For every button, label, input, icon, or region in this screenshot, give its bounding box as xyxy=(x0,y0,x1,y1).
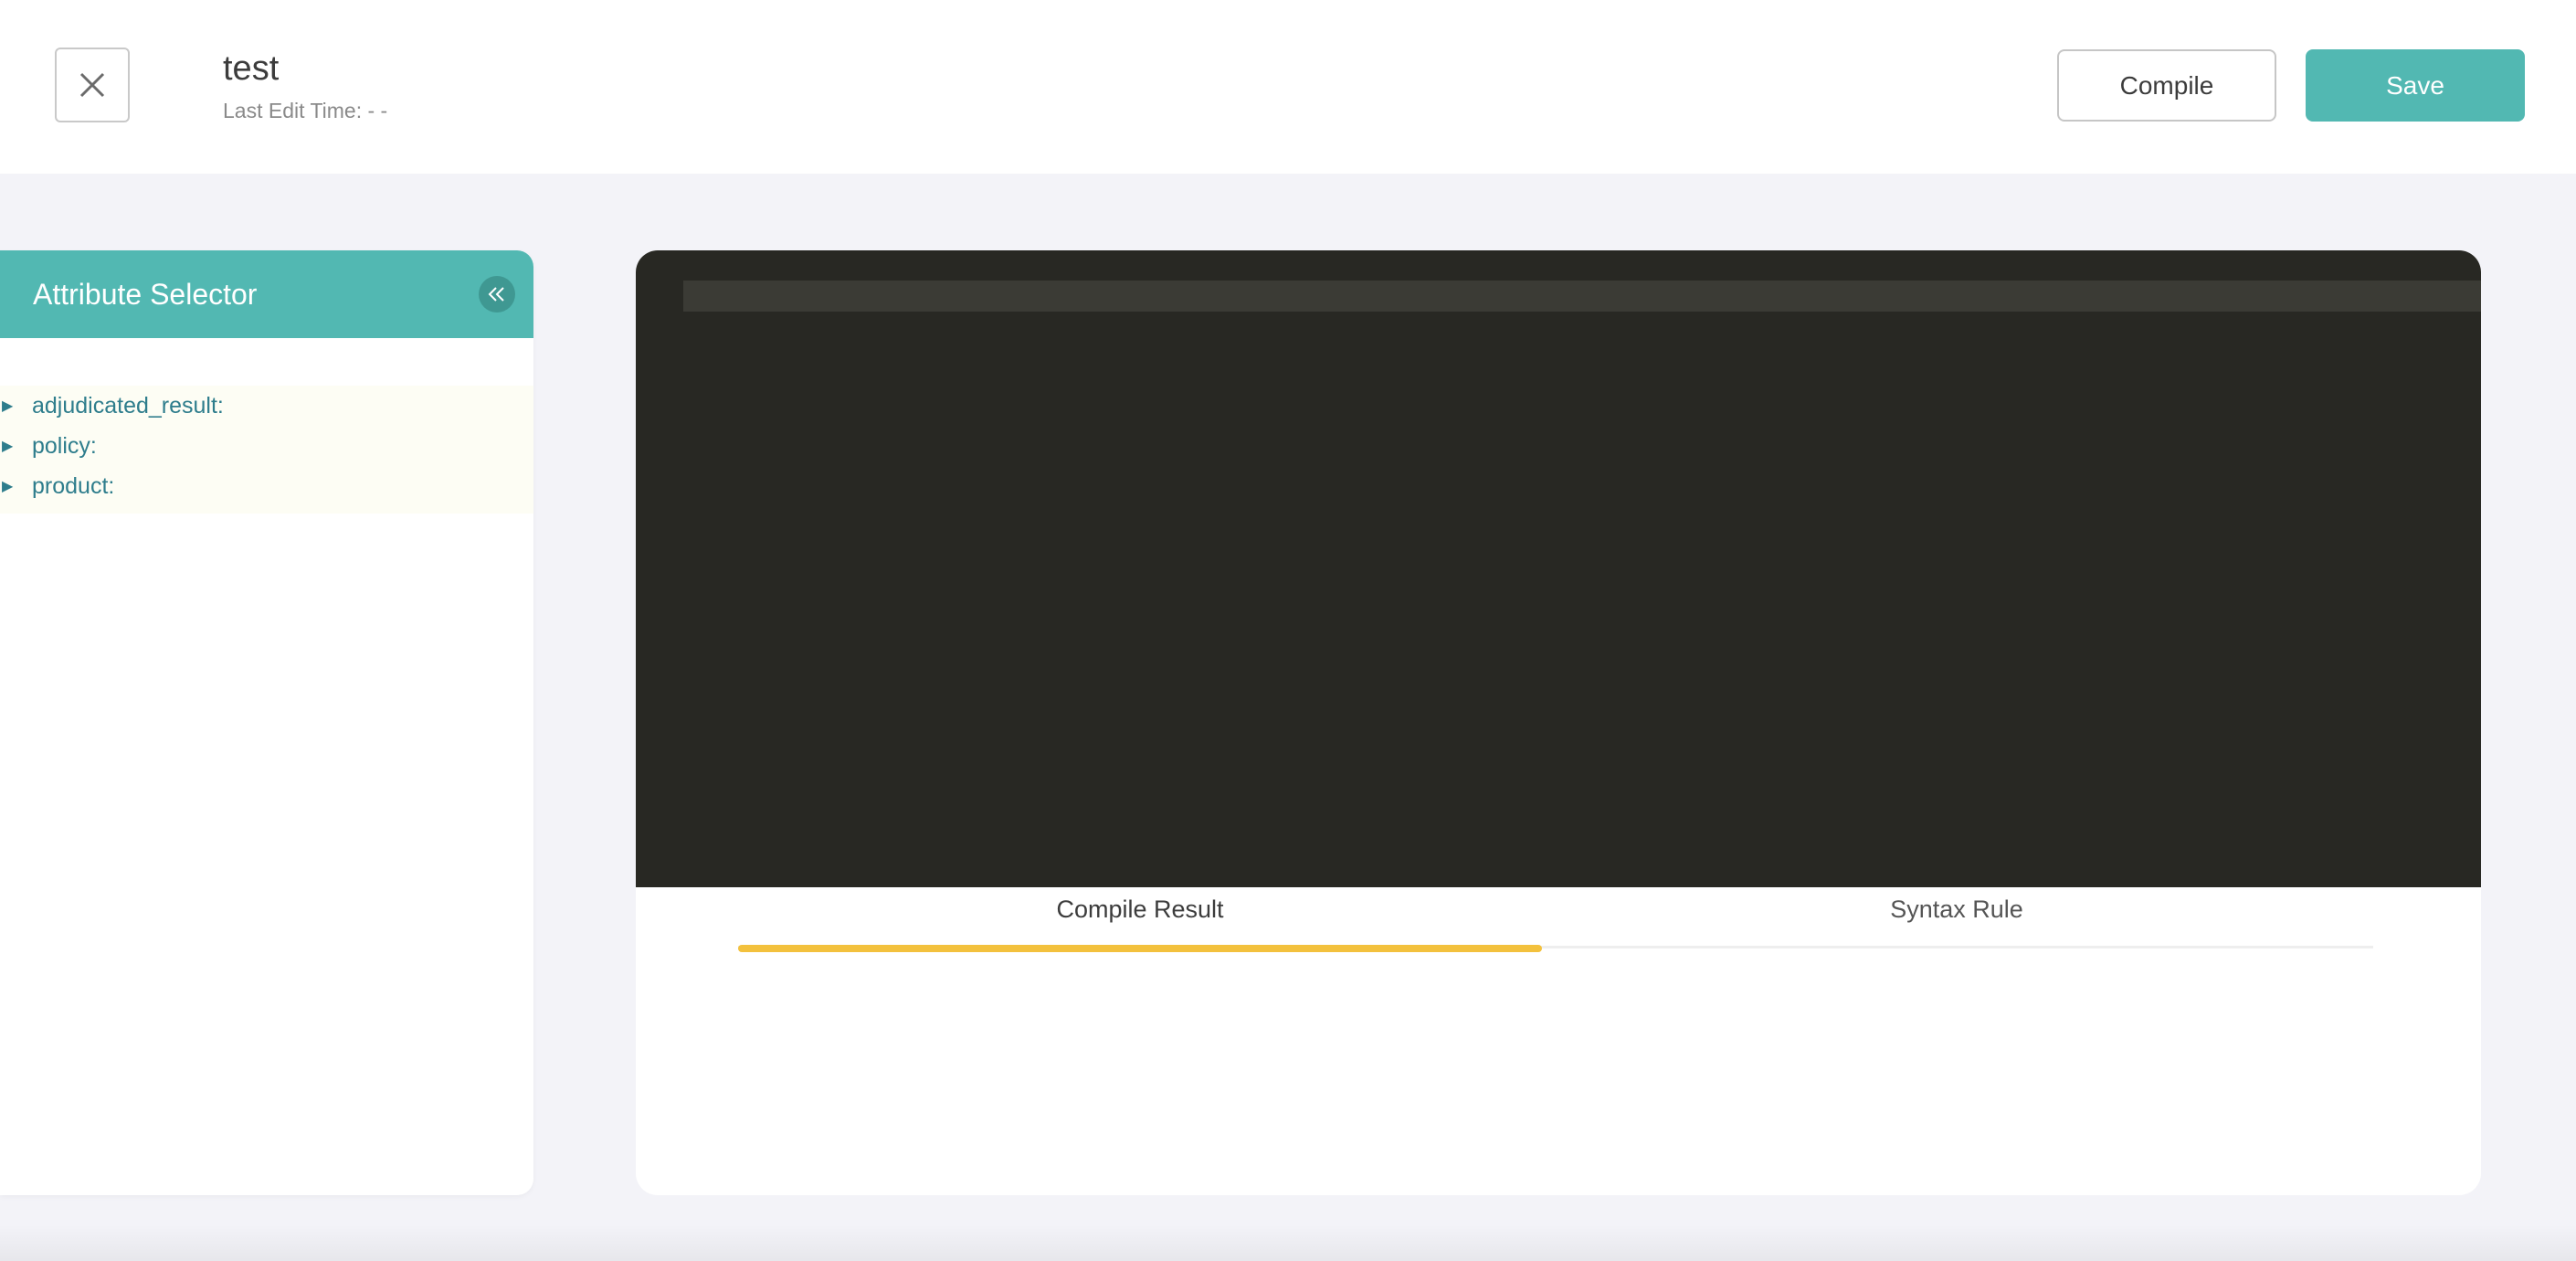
attribute-selector-panel: Attribute Selector ▶ adjudicated_result:… xyxy=(0,250,533,1195)
close-button[interactable] xyxy=(55,48,130,122)
tab-syntax-rule[interactable]: Syntax Rule xyxy=(1542,895,2371,924)
editor-card: Compile Result Syntax Rule xyxy=(636,250,2481,1195)
last-edit-time: Last Edit Time: - - xyxy=(223,99,388,122)
tree-item-label: product: xyxy=(32,472,115,499)
close-icon xyxy=(79,72,105,98)
active-line-highlight xyxy=(683,281,2481,312)
tree-item-label: adjudicated_result: xyxy=(32,392,224,419)
double-chevron-left-icon xyxy=(488,287,504,302)
attribute-selector-header: Attribute Selector xyxy=(0,250,533,338)
tree-item-adjudicated-result[interactable]: ▶ adjudicated_result: xyxy=(0,386,533,426)
compile-button[interactable]: Compile xyxy=(2057,49,2276,122)
tree-item-label: policy: xyxy=(32,432,97,459)
save-button[interactable]: Save xyxy=(2306,49,2525,122)
triangle-right-icon[interactable]: ▶ xyxy=(2,477,13,495)
top-header: test Last Edit Time: - - Compile Save xyxy=(0,0,2576,174)
page-title: test xyxy=(223,49,280,88)
triangle-right-icon[interactable]: ▶ xyxy=(2,437,13,455)
collapse-panel-button[interactable] xyxy=(479,276,515,313)
tree-item-product[interactable]: ▶ product: xyxy=(0,466,533,506)
attribute-selector-title: Attribute Selector xyxy=(33,277,258,311)
bottom-shadow xyxy=(0,1224,2576,1261)
triangle-right-icon[interactable]: ▶ xyxy=(2,397,13,415)
active-tab-indicator xyxy=(738,945,1542,952)
tree-item-policy[interactable]: ▶ policy: xyxy=(0,426,533,466)
attribute-tree: ▶ adjudicated_result: ▶ policy: ▶ produc… xyxy=(0,386,533,514)
tab-compile-result[interactable]: Compile Result xyxy=(738,895,1542,924)
code-editor[interactable] xyxy=(636,250,2481,887)
